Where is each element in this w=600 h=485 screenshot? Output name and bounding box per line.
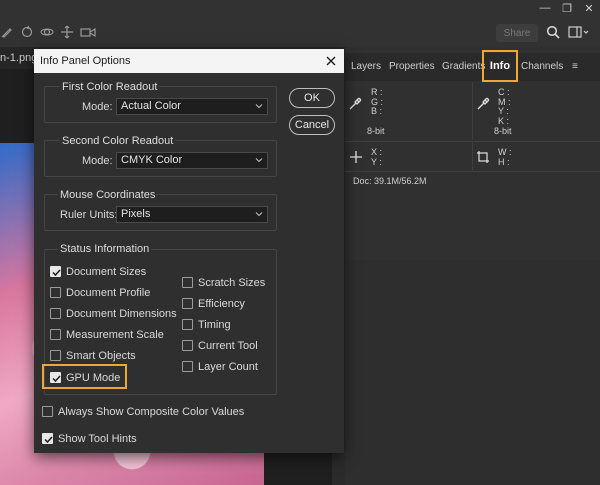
current-tool-label: Current Tool xyxy=(198,340,258,352)
measurement-scale-label: Measurement Scale xyxy=(66,329,164,341)
selection-size-icon xyxy=(477,151,489,163)
window-controls: — ❐ ✕ xyxy=(534,0,600,16)
current-tool-checkbox[interactable] xyxy=(182,340,193,351)
scratch-sizes-label: Scratch Sizes xyxy=(198,277,266,289)
close-window-button[interactable]: ✕ xyxy=(578,0,600,16)
ruler-units-label: Ruler Units: xyxy=(60,209,118,221)
document-profile-label: Document Profile xyxy=(66,287,151,299)
dialog-title-bar: Info Panel Options xyxy=(34,49,344,73)
panel-menu-icon[interactable]: ≡ xyxy=(572,53,578,81)
gpu-mode-highlight xyxy=(42,364,127,389)
smart-objects-label: Smart Objects xyxy=(66,350,136,362)
document-sizes-checkbox[interactable] xyxy=(50,266,61,277)
rgb-readout: R : G : B : xyxy=(371,87,384,116)
status-information-title: Status Information xyxy=(58,243,152,255)
ok-button[interactable]: OK xyxy=(289,88,335,108)
second-mode-value: CMYK Color xyxy=(121,154,183,166)
close-icon[interactable] xyxy=(324,54,338,68)
document-size-status: Doc: 39.1M/56.2M xyxy=(353,176,427,186)
share-button[interactable]: Share xyxy=(496,24,538,42)
document-profile-checkbox[interactable] xyxy=(50,287,61,298)
orbit-icon[interactable] xyxy=(40,25,54,39)
second-readout-title: Second Color Readout xyxy=(60,135,176,147)
measurement-scale-checkbox[interactable] xyxy=(50,329,61,340)
pen-icon[interactable] xyxy=(0,25,14,39)
workspace-icon[interactable] xyxy=(568,25,590,39)
panel-lower-area xyxy=(345,260,600,485)
efficiency-label: Efficiency xyxy=(198,298,245,310)
xy-readout: X : Y : xyxy=(371,147,383,167)
first-mode-label: Mode: xyxy=(82,101,113,113)
minimize-button[interactable]: — xyxy=(534,0,556,16)
document-dimensions-label: Document Dimensions xyxy=(66,308,177,320)
document-tab[interactable]: n-1.png xyxy=(0,47,34,69)
always-composite-label: Always Show Composite Color Values xyxy=(58,406,245,418)
tab-properties[interactable]: Properties xyxy=(389,53,435,81)
restore-button[interactable]: ❐ xyxy=(556,0,578,16)
ruler-units-value: Pixels xyxy=(121,208,151,220)
first-readout-title: First Color Readout xyxy=(60,81,160,93)
ruler-units-select[interactable]: Pixels xyxy=(116,206,268,223)
tab-gradients[interactable]: Gradients xyxy=(442,53,485,81)
mouse-coordinates-title: Mouse Coordinates xyxy=(58,189,158,201)
search-icon[interactable] xyxy=(546,25,560,39)
chevron-down-icon xyxy=(255,158,263,163)
panel-divider xyxy=(345,171,600,172)
layer-count-label: Layer Count xyxy=(198,361,258,373)
cmyk-bit-depth: 8-bit xyxy=(494,126,512,136)
cancel-button[interactable]: Cancel xyxy=(289,115,335,135)
document-dimensions-checkbox[interactable] xyxy=(50,308,61,319)
readout-divider xyxy=(472,142,473,170)
smart-objects-checkbox[interactable] xyxy=(50,350,61,361)
eyedropper-icon[interactable] xyxy=(476,97,490,111)
chevron-down-icon xyxy=(255,104,263,109)
second-mode-select[interactable]: CMYK Color xyxy=(116,152,268,169)
layer-count-checkbox[interactable] xyxy=(182,361,193,372)
eyedropper-icon[interactable] xyxy=(348,97,362,111)
tab-channels[interactable]: Channels xyxy=(521,53,563,81)
tab-layers[interactable]: Layers xyxy=(351,53,381,81)
readout-divider xyxy=(472,82,473,140)
rotate-icon[interactable] xyxy=(20,25,34,39)
second-mode-label: Mode: xyxy=(82,155,113,167)
3d-tool-icons xyxy=(0,22,96,42)
scratch-sizes-checkbox[interactable] xyxy=(182,277,193,288)
dialog-title: Info Panel Options xyxy=(40,55,131,67)
move3d-icon[interactable] xyxy=(60,25,74,39)
timing-checkbox[interactable] xyxy=(182,319,193,330)
timing-label: Timing xyxy=(198,319,231,331)
document-sizes-label: Document Sizes xyxy=(66,266,147,278)
show-tool-hints-checkbox[interactable] xyxy=(42,433,53,444)
first-mode-select[interactable]: Actual Color xyxy=(116,98,268,115)
first-mode-value: Actual Color xyxy=(121,100,181,112)
chevron-down-icon xyxy=(255,212,263,217)
show-tool-hints-label: Show Tool Hints xyxy=(58,433,137,445)
always-composite-checkbox[interactable] xyxy=(42,406,53,417)
crosshair-icon xyxy=(350,151,362,163)
efficiency-checkbox[interactable] xyxy=(182,298,193,309)
cmyk-readout: C : M : Y : K : xyxy=(498,87,511,126)
camera-icon[interactable] xyxy=(80,25,96,39)
tab-info[interactable]: Info xyxy=(482,50,518,82)
wh-readout: W : H : xyxy=(498,147,512,167)
rgb-bit-depth: 8-bit xyxy=(367,126,385,136)
